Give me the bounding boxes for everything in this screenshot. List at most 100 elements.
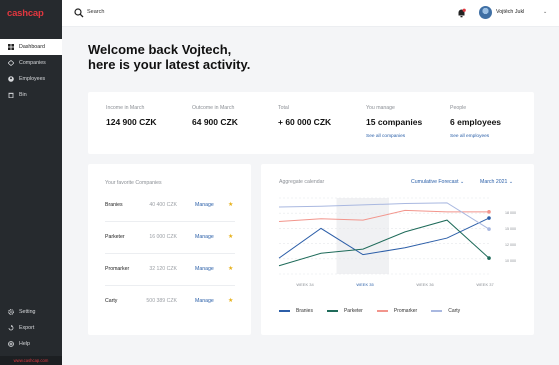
x-tick-label: WEEK 37 [476, 282, 494, 287]
welcome-heading: Welcome back Vojtech, here is your lates… [88, 42, 250, 72]
sidebar-item-help[interactable]: Help [0, 336, 62, 352]
topbar: Search Vojtěch Jukl ⌄ [62, 0, 559, 27]
employees-icon [8, 76, 14, 82]
legend-label: Parketer [343, 308, 363, 314]
month-label: March 2021 [480, 179, 508, 185]
welcome-line-1: Welcome back Vojtech, [88, 42, 232, 57]
legend-item-parketer[interactable]: Parketer [326, 308, 363, 314]
star-icon[interactable]: ★ [228, 233, 233, 240]
see-all-companies-link[interactable]: See all companies [366, 134, 422, 139]
sidebar-item-label: Bin [19, 92, 27, 98]
company-amount: 500 389 CZK [146, 298, 177, 304]
avatar[interactable] [479, 6, 492, 19]
company-name: Promarker [105, 266, 130, 272]
legend-label: Promarker [393, 308, 418, 314]
legend-item-promarker[interactable]: Promarker [376, 308, 418, 314]
series-end-point-parketer [487, 256, 491, 260]
y-tick-label: 18 000 [505, 211, 516, 215]
star-icon[interactable]: ★ [228, 297, 233, 304]
sidebar-item-label: Dashboard [19, 44, 45, 50]
companies-icon [8, 60, 14, 66]
x-tick-label: WEEK 35 [356, 282, 374, 287]
legend-item-branies[interactable]: Branies [279, 308, 313, 314]
sidebar-bottom: Setting Export Help [0, 304, 62, 352]
search-icon[interactable] [74, 8, 84, 18]
legend-label: Branies [296, 308, 313, 314]
stat-label: You manage [366, 105, 395, 111]
website-link[interactable]: www.cashcap.com [0, 356, 62, 365]
list-item: Carty 500 389 CZK Manage ★ [105, 286, 235, 318]
sidebar-nav: Dashboard Companies Employees Bin [0, 39, 62, 103]
selected-week-band [336, 198, 389, 274]
sidebar-item-label: Export [19, 325, 35, 331]
legend-swatch [279, 310, 290, 312]
company-amount: 40 400 CZK [149, 202, 177, 208]
sidebar-item-bin[interactable]: Bin [0, 87, 62, 103]
company-amount: 16 000 CZK [149, 234, 177, 240]
sidebar: cashcap Dashboard Companies Employees Bi… [0, 0, 62, 365]
forecast-dropdown[interactable]: Cumulative Forecast ⌄ [411, 179, 464, 185]
logo-bar: cashcap [0, 0, 62, 27]
gear-icon [8, 309, 14, 315]
series-end-point-promarker [487, 210, 491, 214]
list-item: Promarker 32 120 CZK Manage ★ [105, 254, 235, 286]
chevron-down-icon[interactable]: ⌄ [543, 9, 547, 15]
y-tick-label: 10 000 [505, 259, 516, 263]
y-tick-label: 12 000 [505, 243, 516, 247]
legend-item-carty[interactable]: Carty [431, 308, 460, 314]
see-all-employees-link[interactable]: See all employees [450, 134, 501, 139]
y-tick-label: 15 000 [505, 227, 516, 231]
aggregate-calendar-card: Aggregate calendar Cumulative Forecast ⌄… [261, 164, 534, 335]
bin-icon [8, 92, 14, 98]
sidebar-item-label: Companies [19, 60, 46, 66]
manage-link[interactable]: Manage [195, 266, 214, 272]
sidebar-item-dashboard[interactable]: Dashboard [0, 39, 62, 55]
company-name: Parketer [105, 234, 125, 240]
star-icon[interactable]: ★ [228, 201, 233, 208]
stat-value: 15 companies [366, 117, 423, 127]
user-name[interactable]: Vojtěch Jukl [496, 9, 524, 15]
legend-label: Carty [448, 308, 461, 314]
forecast-label: Cumulative Forecast [411, 179, 459, 185]
logo[interactable]: cashcap [7, 8, 44, 19]
manage-link[interactable]: Manage [195, 202, 214, 208]
bell-icon[interactable] [457, 8, 466, 18]
star-icon[interactable]: ★ [228, 265, 233, 272]
x-tick-label: WEEK 34 [296, 282, 314, 287]
x-tick-label: WEEK 36 [416, 282, 434, 287]
month-dropdown[interactable]: March 2021 ⌄ [480, 179, 513, 185]
dashboard-icon [8, 44, 14, 50]
sidebar-item-employees[interactable]: Employees [0, 71, 62, 87]
list-item: Branies 40 400 CZK Manage ★ [105, 190, 235, 222]
stat-label: Total [278, 105, 289, 111]
chart-legend: Branies Parketer Promarker Carty [279, 308, 474, 314]
sidebar-item-label: Setting [19, 309, 36, 315]
stat-total: Total + 60 000 CZK [278, 105, 331, 127]
list-item: Parketer 16 000 CZK Manage ★ [105, 222, 235, 254]
sidebar-item-companies[interactable]: Companies [0, 55, 62, 71]
aggregate-line-chart: 18 000 15 000 12 000 10 000 WEEK 34 WEEK 35 WE… [278, 197, 516, 287]
export-icon [8, 325, 14, 331]
search-input[interactable]: Search [87, 9, 104, 15]
sidebar-item-setting[interactable]: Setting [0, 304, 62, 320]
stat-income: Income in March 124 900 CZK [106, 105, 157, 127]
card-title: Your favorite Companies [105, 180, 162, 186]
stat-value: + 60 000 CZK [278, 117, 332, 127]
company-name: Carty [105, 298, 118, 304]
stat-people: People 6 employees See all employees [450, 105, 501, 139]
series-end-point-carty [487, 227, 491, 231]
help-icon [8, 341, 14, 347]
legend-swatch [376, 310, 388, 312]
manage-link[interactable]: Manage [195, 298, 214, 304]
sidebar-item-export[interactable]: Export [0, 320, 62, 336]
stat-outcome: Outcome in March 64 900 CZK [192, 105, 238, 127]
manage-link[interactable]: Manage [195, 234, 214, 240]
stat-label: People [450, 105, 467, 111]
series-end-point-branies [487, 216, 491, 220]
card-title: Aggregate calendar [279, 179, 325, 185]
chevron-down-icon: ⌄ [460, 179, 465, 185]
stat-value: 64 900 CZK [192, 117, 238, 127]
stat-companies: You manage 15 companies See all companie… [366, 105, 422, 139]
sidebar-item-label: Help [19, 341, 30, 347]
company-amount: 32 120 CZK [149, 266, 177, 272]
